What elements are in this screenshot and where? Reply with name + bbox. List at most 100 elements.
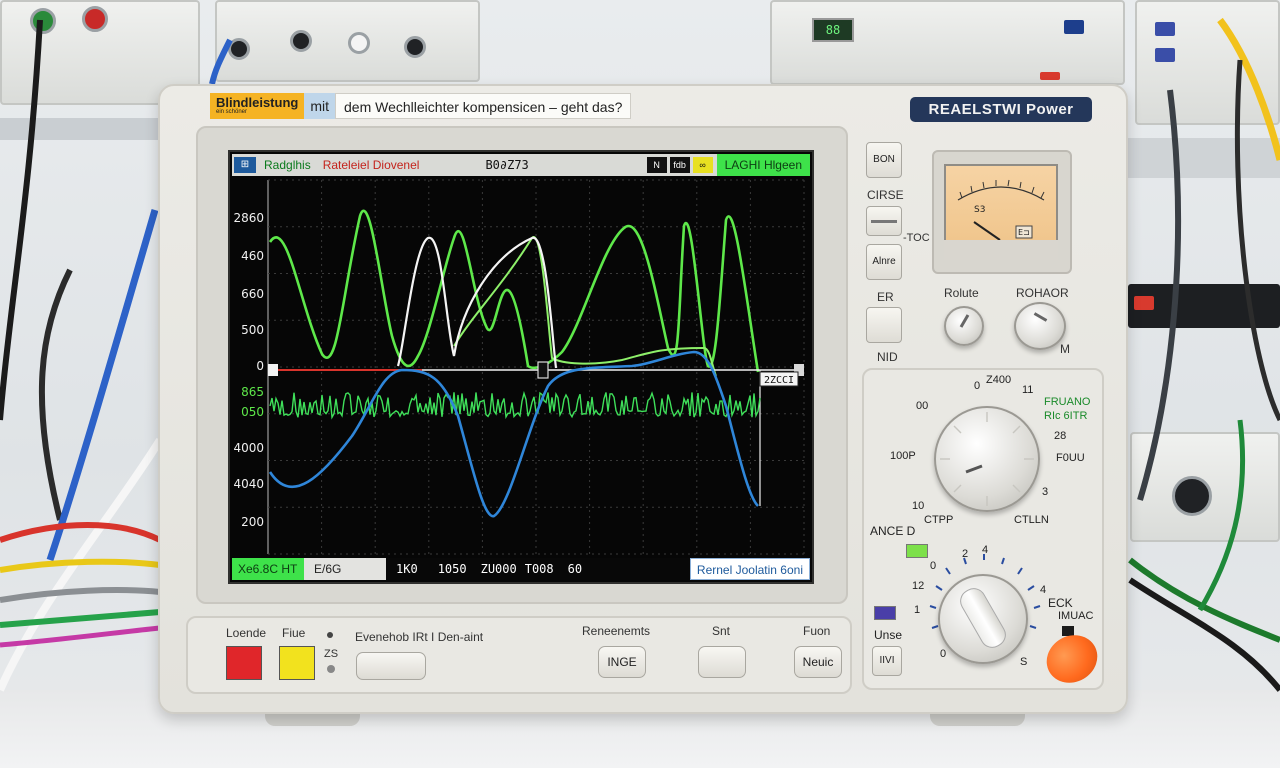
y-tick-label: 200 [241, 515, 264, 529]
zs-label: ZS [324, 648, 339, 660]
y-tick-label: 660 [241, 287, 264, 301]
cirse-label: CIRSE [867, 188, 904, 202]
dial-number: Z400 [986, 374, 1012, 386]
meter-needle-icon: S3 E⊐ [944, 179, 1058, 260]
meter-unit-box: E⊐ [1018, 228, 1030, 237]
waveform-plot: 2860 460 660 500 0 865 050 4000 4040 200 2ZCCI [233, 179, 805, 555]
toc-label: -TOC [903, 232, 930, 244]
screen-bottom-status-bar: Xe6.8C HT E/6G 1K0 1050 ZU000 T008 60 Re… [232, 558, 810, 580]
meter-scale-text: S3 [974, 205, 985, 215]
cirse-button[interactable] [866, 206, 902, 236]
small-indicator-dot [327, 632, 333, 638]
dial-number: 28 [1054, 430, 1067, 442]
er-label: ER [877, 290, 894, 304]
bottom-grey-label[interactable]: E/6G [304, 558, 386, 580]
y-tick-label: 4000 [233, 441, 264, 455]
bon-button[interactable]: BON [866, 142, 902, 178]
marker-label-box: 2ZCCI [759, 371, 799, 387]
range-label: FRUANO [1044, 396, 1091, 408]
mode-label[interactable]: Radglhis [258, 158, 317, 172]
status-box-fdb[interactable]: fdb [669, 157, 690, 173]
channel-icon[interactable]: ⊞ [234, 157, 256, 173]
eck-label: ECK [1048, 596, 1073, 610]
ctpp-label: CTPP [924, 514, 954, 526]
main-rotary-knob[interactable] [934, 406, 1040, 512]
fiue-label: Fiue [282, 626, 306, 640]
er-button[interactable] [866, 307, 902, 343]
title-chip-subtext: ein schöner [216, 109, 248, 115]
title-chip-text: Blindleistung [216, 95, 299, 110]
y-tick-label: 0 [256, 359, 264, 373]
channel-label[interactable]: Rateleiel Diovenel [317, 158, 426, 172]
loende-label: Loende [226, 626, 267, 640]
small-indicator-dot [327, 665, 335, 673]
zero-marker-left [268, 364, 278, 376]
lower-dial-number: 0 [930, 560, 937, 572]
bottom-value-2: 1050 [437, 562, 467, 576]
ctlln-label: CTLLN [1014, 514, 1049, 526]
dial-number: 0 [974, 380, 981, 392]
bottom-green-label[interactable]: Xe6.8C HT [232, 558, 304, 580]
screen-top-status-bar: ⊞ Radglhis Rateleiel Diovenel B0∂Z73 N f… [232, 154, 810, 176]
trigger-status[interactable]: LAGHI Hlgeen [716, 154, 810, 176]
iivi-button[interactable]: IIVI [872, 646, 902, 676]
bottom-value-3: ZU000 [480, 562, 517, 576]
wide-button[interactable] [356, 652, 426, 680]
knob-grip-icon [940, 412, 1034, 506]
rolute-label: Rolute [944, 286, 979, 300]
snt-button[interactable] [698, 646, 746, 678]
y-tick-label: 2860 [233, 211, 264, 225]
y-tick-label: 500 [241, 323, 264, 337]
trigger-cursor [537, 361, 549, 379]
title-question: dem Wechlleichter kompensicen – geht das… [335, 93, 632, 119]
lower-dial-number: S [1020, 656, 1028, 668]
trace-blue [268, 350, 760, 518]
snt-label: Snt [712, 624, 731, 638]
y-tick-label: 865 [241, 385, 264, 399]
dial-number: 100P [890, 450, 916, 462]
timebase-readout: B0∂Z73 [485, 158, 529, 172]
lower-dial-number: 0 [940, 648, 947, 660]
nid-label: NID [877, 350, 898, 364]
m-label: M [1060, 342, 1070, 356]
lower-dial-number: 1 [914, 604, 921, 616]
y-tick-label: 460 [241, 249, 264, 263]
blue-indicator-led [874, 606, 896, 620]
range-sublabel: RIc 6ITR [1044, 410, 1088, 422]
neuic-button[interactable]: Neuic [794, 646, 842, 678]
brand-label: REAELSTWI Power [910, 97, 1092, 122]
y-tick-label: 050 [241, 405, 264, 419]
red-button[interactable] [226, 646, 262, 680]
lower-rotary-knob[interactable] [938, 574, 1028, 664]
unse-label: Unse [874, 628, 903, 642]
bottom-value-4: T008 [524, 562, 554, 576]
lower-dial-number: 4 [982, 544, 989, 556]
status-box-n[interactable]: N [646, 157, 667, 173]
dial-number: F0UU [1056, 452, 1085, 464]
bottom-right-label[interactable]: Rernel Joolatin 6oni [689, 558, 810, 580]
imuac-label: IMUAC [1058, 610, 1094, 622]
description-label: Evenehob IRt I Den-aint [355, 630, 484, 644]
y-tick-labels: 2860 460 660 500 0 865 050 4000 4040 200 [233, 211, 264, 529]
ance-label: ANCE D [870, 524, 916, 538]
title-chip-mit: mit [304, 93, 336, 119]
inge-button[interactable]: INGE [598, 646, 646, 678]
dial-number: 11 [1022, 384, 1034, 396]
yellow-button[interactable] [279, 646, 315, 680]
title-bar: Blindleistung ein schöner mit dem Wechll… [210, 92, 632, 120]
rolute-knob[interactable] [944, 306, 984, 346]
lower-dial-number: 12 [912, 580, 925, 592]
title-chip-blindleistung: Blindleistung ein schöner [210, 93, 305, 119]
alnre-button[interactable]: Alnre [866, 244, 902, 280]
marker-label: 2ZCCI [764, 375, 794, 386]
dial-number: 00 [916, 400, 929, 412]
status-box-infinity[interactable]: ∞ [692, 157, 713, 173]
y-tick-label: 4040 [233, 477, 264, 491]
rohaor-knob[interactable] [1014, 302, 1066, 350]
lower-dial-number: 2 [962, 548, 969, 560]
reneements-label: Reneenemts [582, 624, 651, 638]
bottom-value-1: 1K0 [396, 562, 418, 576]
dial-number: 3 [1042, 486, 1049, 498]
fuon-label: Fuon [803, 624, 831, 638]
rohaor-label: ROHAOR [1016, 286, 1069, 300]
